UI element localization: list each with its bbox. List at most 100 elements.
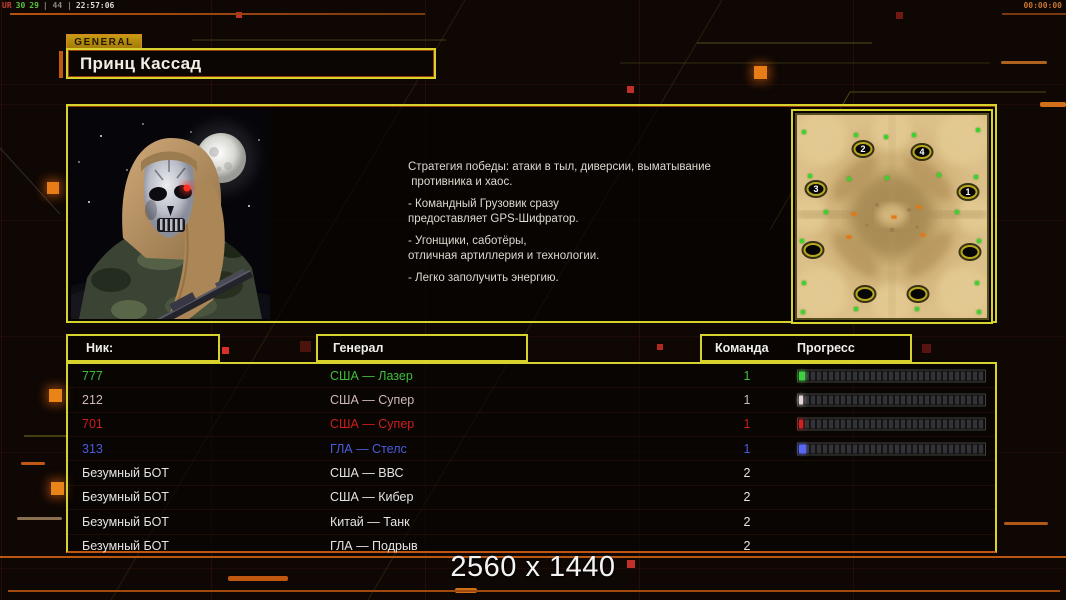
player-team: 1 — [743, 393, 751, 408]
strategy-line: предоставляет GPS-Шифратор. — [408, 212, 579, 225]
supply-dot — [847, 177, 851, 181]
player-general: США — Супер — [330, 393, 415, 408]
column-header-team-progress: Команда Прогресс — [700, 334, 912, 362]
decor-square — [657, 344, 663, 350]
network-stat-segment: | 44 | — [42, 1, 72, 10]
player-row: 313 ГЛА — Стелс 1 — [68, 436, 995, 460]
bottom-circuit-line — [8, 590, 1060, 592]
start-position-marker: 2 — [853, 142, 873, 156]
column-header-nick: Ник: — [66, 334, 220, 362]
player-general: США — Супер — [330, 417, 415, 432]
decor-square — [896, 12, 903, 19]
map-objective-marker — [851, 212, 857, 216]
player-general: Китай — Танк — [330, 514, 410, 529]
start-position-marker — [855, 287, 875, 301]
column-header-general: Генерал — [316, 334, 528, 362]
hud-underline-right — [1002, 13, 1066, 15]
strategy-line: отличная артиллерия и технологии. — [408, 249, 600, 262]
map-objective-marker — [846, 235, 852, 239]
supply-dot — [974, 175, 978, 179]
loading-progress-bar — [797, 417, 986, 431]
decor-square — [47, 182, 59, 194]
progress-fill — [799, 419, 803, 429]
strategy-line — [408, 226, 748, 234]
progress-fill — [799, 371, 805, 381]
player-team: 1 — [743, 441, 751, 456]
decor-square — [627, 86, 634, 93]
decor-square — [222, 347, 229, 354]
decor-dash — [1040, 102, 1066, 107]
start-position-number: 1 — [965, 186, 971, 197]
start-position-marker — [908, 287, 928, 301]
decor-dash — [17, 517, 62, 520]
supply-dot — [854, 307, 858, 311]
loading-screen: UR 30 29 | 44 | 22:57:06 00:00:00 GENERAL Пр… — [0, 0, 1066, 600]
network-stat-segment: 30 — [15, 1, 26, 10]
network-stat-segment: 29 — [29, 1, 39, 10]
general-name-box: Принц Кассад — [66, 48, 436, 79]
start-position-marker — [803, 243, 823, 257]
network-stats: UR 30 29 | 44 | 22:57:06 — [2, 1, 118, 10]
network-stat-segment: UR — [2, 1, 12, 10]
map-preview: 1 2 3 4 — [791, 111, 993, 323]
start-position-marker: 3 — [806, 182, 826, 196]
map-objective-marker — [916, 205, 922, 209]
general-name: Принц Кассад — [80, 53, 202, 73]
supply-dot — [884, 135, 888, 139]
supply-dot — [912, 133, 916, 137]
start-position-marker — [960, 245, 980, 259]
start-position-number: 2 — [860, 143, 866, 154]
decor-square — [300, 341, 311, 352]
decor-square — [754, 66, 767, 79]
loading-progress-bar — [797, 442, 986, 456]
red-eye — [183, 184, 191, 192]
supply-dot — [915, 307, 919, 311]
decor-square — [922, 344, 931, 353]
map-objective-marker — [891, 215, 897, 219]
decor-dash — [1001, 61, 1047, 64]
strategy-line — [408, 189, 748, 197]
loading-progress-bar — [797, 369, 986, 383]
column-header-progress-label: Прогресс — [797, 341, 855, 355]
player-team: 1 — [743, 368, 751, 383]
start-position-number: 4 — [919, 146, 925, 157]
strategy-line — [408, 263, 748, 271]
supply-dot — [977, 239, 981, 243]
player-general: ГЛА — Стелс — [330, 441, 407, 456]
supply-dot — [937, 173, 941, 177]
player-nick: 701 — [82, 417, 103, 432]
player-nick: 313 — [82, 441, 103, 456]
resolution-label: 2560 x 1440 — [450, 551, 616, 583]
supply-dot — [975, 281, 979, 285]
match-timer: 00:00:00 — [1023, 1, 1062, 10]
start-position-number: 3 — [813, 183, 819, 194]
decor-dash — [21, 462, 45, 465]
player-row: Безумный БОТ США — ВВС 2 — [68, 460, 995, 484]
decor-dash — [1004, 522, 1048, 525]
strategy-line: - Командный Грузовик сразу — [408, 198, 559, 210]
decor-square — [51, 482, 64, 495]
supply-dot — [976, 128, 980, 132]
player-team: 2 — [743, 490, 751, 505]
player-row: 212 США — Супер 1 — [68, 387, 995, 411]
supply-dot — [801, 310, 805, 314]
portrait-illustration — [49, 110, 295, 339]
column-header-team-label: Команда — [715, 341, 769, 355]
decor-square — [49, 389, 62, 402]
strategy-description: Стратегия победы: атаки в тыл, диверсии,… — [408, 160, 748, 286]
player-general: США — Кибер — [330, 490, 414, 505]
general-tab-label: GENERAL — [66, 34, 142, 49]
general-portrait — [49, 110, 295, 339]
strategy-line: - Угонщики, саботёры, — [408, 235, 527, 247]
supply-dot — [854, 133, 858, 137]
supply-dot — [802, 130, 806, 134]
supply-dot — [800, 239, 804, 243]
player-nick: 212 — [82, 393, 103, 408]
supply-dot — [977, 310, 981, 314]
player-team: 1 — [743, 417, 751, 432]
supply-dot — [802, 281, 806, 285]
player-general: США — Лазер — [330, 368, 413, 383]
player-nick: 777 — [82, 368, 103, 383]
player-nick: Безумный БОТ — [82, 466, 169, 481]
loading-progress-bar — [797, 393, 986, 407]
